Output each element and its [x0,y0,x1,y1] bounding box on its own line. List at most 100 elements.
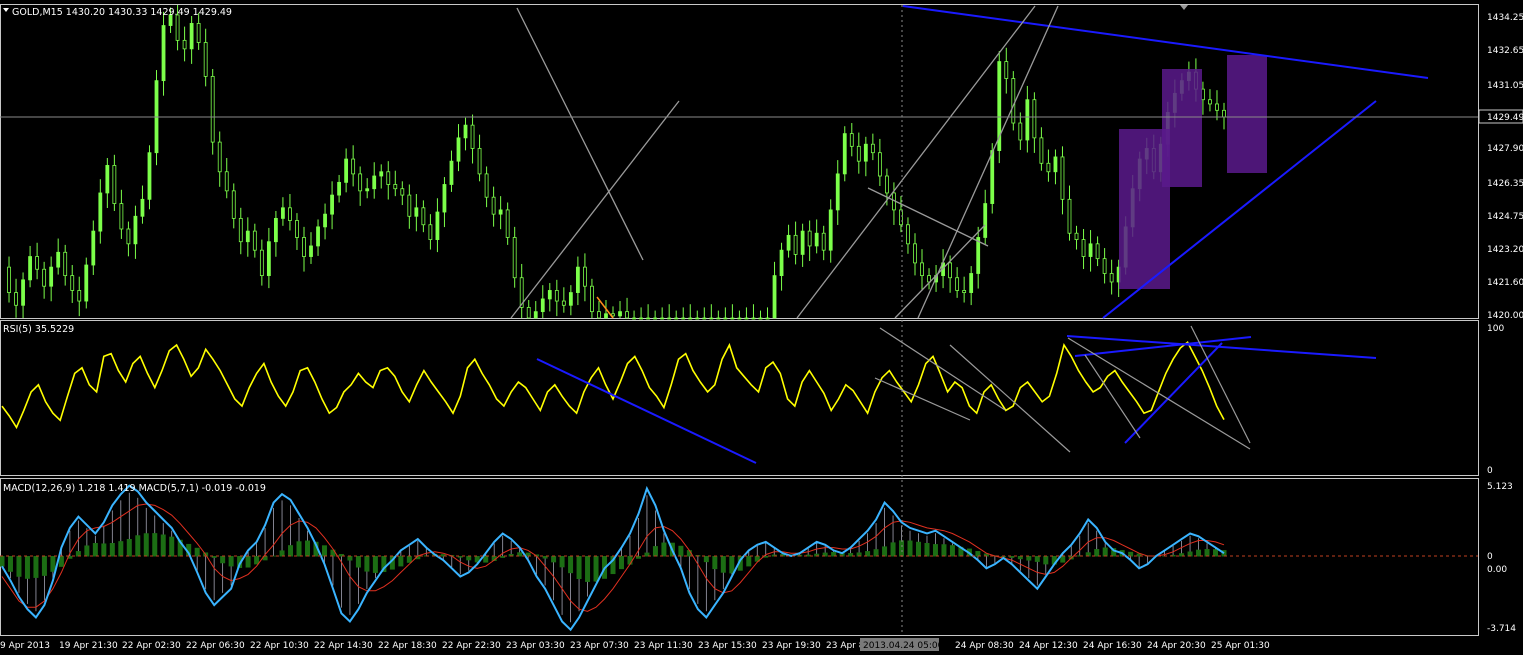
chart-shift-marker-icon[interactable] [1180,5,1188,10]
price-candle-body [884,175,889,194]
macd-osma-bar [1213,549,1219,557]
price-candle-body [814,232,819,247]
rsi-grey-line-2[interactable] [874,377,971,421]
price-candle-body [477,148,482,175]
time-tick: 22 Apr 22:30 [442,641,501,651]
rsi-grey-line-4[interactable] [1067,337,1251,450]
price-candle-body [189,23,194,50]
macd-osma-bar [890,542,896,557]
price-candle-body [1053,156,1058,173]
time-tick: 22 Apr 06:30 [186,641,245,651]
price-candle-body [709,317,714,320]
price-candle-body [231,190,236,219]
price-candle-body [906,224,910,245]
price-candle-body [554,290,559,302]
rsi-grey-line-3[interactable] [949,344,1071,453]
price-candle-body [1088,243,1093,257]
macd-osma-bar [916,541,921,557]
price-candle-body [435,211,440,240]
price-candle-body [126,228,131,245]
grey-trendline-2[interactable] [510,100,680,319]
price-candle-body [484,173,489,198]
price-candle-body [7,266,11,293]
price-axis: 1434.25 1432.65 1431.05 1429.49 1427.90 … [1478,13,1523,321]
price-candle-body [920,262,924,277]
macd-osma-bar [949,545,955,557]
macd-osma-bar [118,541,124,557]
macd-osma-bar [924,543,930,557]
price-candle-body [990,150,995,204]
price-candle-body [1215,103,1219,111]
macd-osma-bar [92,543,98,557]
price-tick: 1434.25 [1487,13,1523,23]
price-candle-body [737,317,742,320]
price-tick: 1432.65 [1487,46,1523,56]
macd-tick-bottom: -3.714 [1487,624,1516,634]
rsi-blue-line-1[interactable] [536,358,757,464]
time-tick: 22 Apr 02:30 [122,641,181,651]
blue-trendline-top[interactable] [902,5,1429,79]
price-candle-body [646,317,651,320]
price-candle-body [547,290,552,300]
rsi-grey-line-1[interactable] [879,327,1006,411]
crosshair-time-label: 2013.04.24 05:00 [863,641,944,651]
macd-osma-bar [7,556,13,572]
price-candle-body [49,266,54,287]
price-candle-body [568,292,573,306]
time-tick: 23 Apr 19:30 [762,641,821,651]
macd-osma-bar [245,556,251,568]
price-tick: 1423.20 [1487,245,1523,255]
macd-osma-bar [703,556,709,563]
price-candle-body [105,165,110,194]
price-candles [7,5,1226,320]
dropdown-arrow-icon[interactable] [3,8,9,12]
macd-osma-bar [135,535,141,557]
current-price-label: 1429.49 [1487,113,1523,123]
price-candle-body [540,298,545,313]
macd-osma-bar [101,543,107,557]
price-candle-body [779,249,784,277]
price-candle-body [414,207,419,217]
macd-osma-bar [0,556,5,567]
price-candle-body [358,173,363,192]
price-candle-body [1018,122,1023,141]
price-candle-body [688,317,693,320]
price-candle-body [639,317,643,320]
macd-osma-bar [84,545,90,557]
time-tick: 22 Apr 14:30 [314,641,373,651]
price-candle-body [969,273,974,293]
rsi-grey-line-6[interactable] [1084,354,1141,439]
macd-osma-bar [729,556,735,574]
price-tick: 1420.00 [1487,311,1523,321]
price-candle-body [28,256,32,281]
macd-osma-bar [109,543,115,557]
grey-trendline-1[interactable] [516,7,644,261]
time-tick: 23 Apr 8 [826,641,865,651]
macd-osma-bar [398,556,404,567]
grey-trendline-5[interactable] [867,187,989,247]
price-candle-body [632,317,636,320]
price-candle-body [266,241,271,277]
price-candle-body [913,243,917,264]
time-tick: 9 Apr 2013 [0,641,50,651]
purple-box-3[interactable] [1227,55,1267,173]
price-candle-body [716,317,721,320]
price-candle-body [323,213,327,228]
price-candle-body [653,317,658,320]
price-candle-body [842,133,847,175]
time-axis: 9 Apr 2013 19 Apr 21:30 22 Apr 02:30 22 … [0,638,1270,651]
price-candle-body [21,279,25,306]
macd-osma-bar [406,556,412,563]
price-candle-body [112,165,117,204]
rsi-series [1,340,1225,430]
macd-osma-bar [160,534,166,557]
macd-osma-bar [941,544,947,557]
grey-trendline-4[interactable] [917,5,1059,319]
price-candle-body [618,311,622,317]
macd-osma-bar [652,546,658,557]
macd-osma-bar [593,556,599,582]
time-tick: 24 Apr 20:30 [1147,641,1206,651]
purple-box-2[interactable] [1162,69,1202,187]
price-candle-body [196,23,201,43]
price-candle-body [856,145,861,162]
